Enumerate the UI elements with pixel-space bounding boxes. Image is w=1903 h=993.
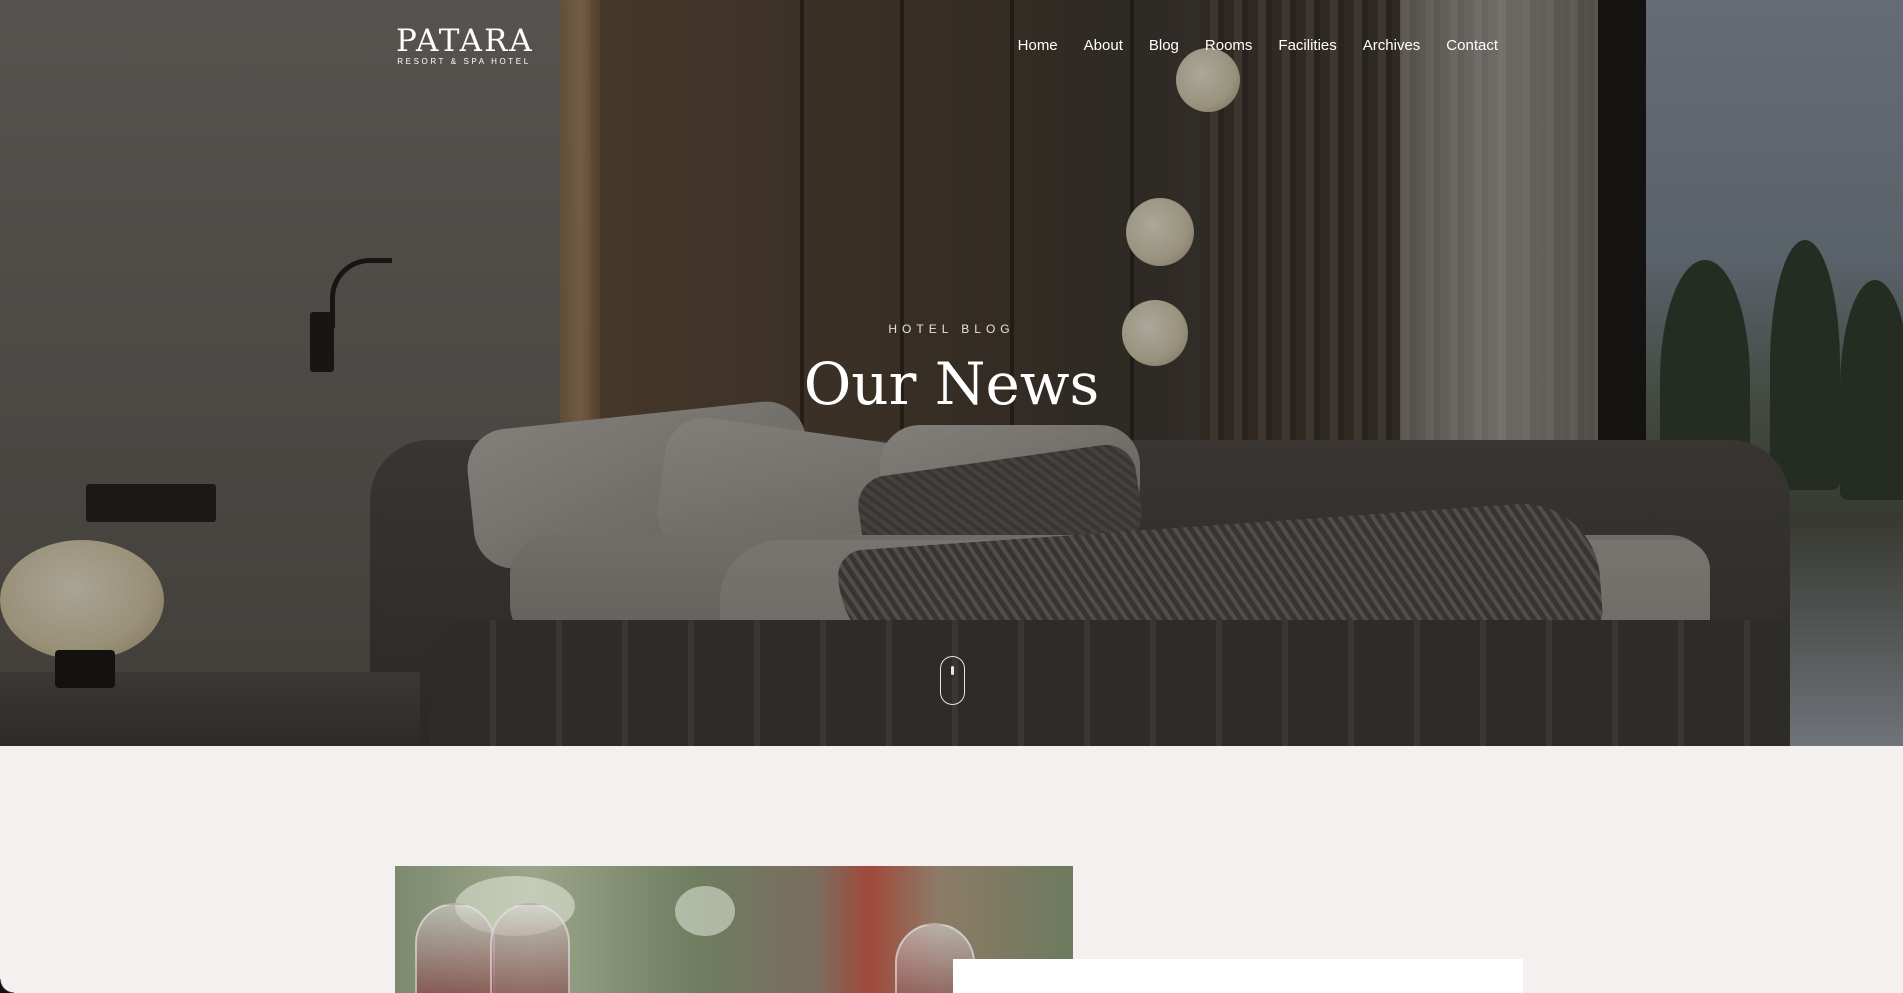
nav-item-contact[interactable]: Contact [1446,37,1498,54]
mouse-scroll-icon[interactable] [940,656,965,705]
nav-item-archives[interactable]: Archives [1363,37,1421,54]
nav-item-blog[interactable]: Blog [1149,37,1179,54]
main-navigation: Home About Blog Rooms Facilities Archive… [1018,37,1498,54]
nav-item-home[interactable]: Home [1018,37,1058,54]
image-wine-glass [490,903,570,993]
nav-item-facilities[interactable]: Facilities [1278,37,1336,54]
blog-post-card[interactable] [953,959,1523,993]
page-title: Our News [803,350,1100,418]
nav-item-about[interactable]: About [1084,37,1123,54]
image-bokeh [675,886,735,936]
logo-tagline: RESORT & SPA HOTEL [397,57,531,66]
hero-section: PATARA RESORT & SPA HOTEL Home About Blo… [0,0,1903,746]
logo-name: PATARA [396,23,534,59]
image-wine-glass [415,903,495,993]
scroll-wheel-dot [951,666,954,675]
hero-eyebrow: HOTEL BLOG [888,322,1015,336]
nav-item-rooms[interactable]: Rooms [1205,37,1253,54]
site-logo[interactable]: PATARA RESORT & SPA HOTEL [396,23,534,67]
window-corner [0,979,14,993]
